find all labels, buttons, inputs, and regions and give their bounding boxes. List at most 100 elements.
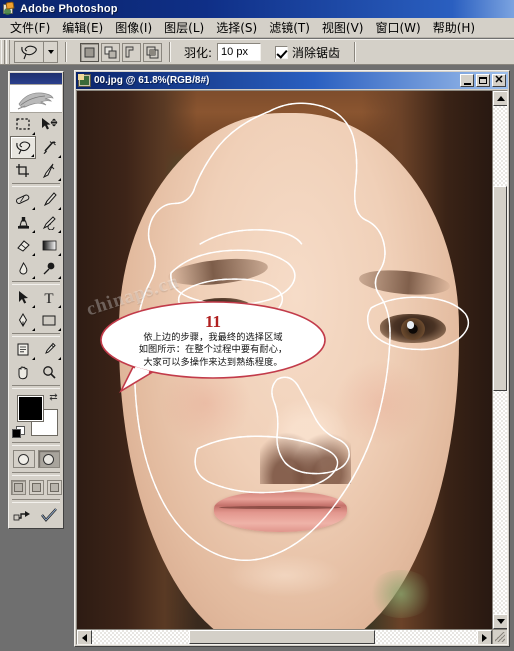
flyout-indicator	[58, 305, 61, 308]
menu-filter[interactable]: 滤镜(T)	[263, 17, 316, 38]
document-window: 00.jpg @ 61.8%(RGB/8#) ✕ chinaps.cn 11 依…	[74, 70, 510, 647]
gradient-tool[interactable]	[36, 234, 62, 257]
toolbox-palette: T ⇄	[8, 71, 64, 529]
current-tool-lasso-icon[interactable]	[14, 41, 44, 63]
document-title: 00.jpg @ 61.8%(RGB/8#)	[94, 75, 210, 86]
rectangle-tool[interactable]	[36, 309, 62, 332]
flyout-indicator	[32, 357, 35, 360]
flyout-indicator	[32, 253, 35, 256]
marquee-tool[interactable]	[10, 113, 36, 136]
eyedropper-tool[interactable]	[36, 338, 62, 361]
healing-brush-tool[interactable]	[10, 188, 36, 211]
intersect-with-selection-button[interactable]	[143, 42, 162, 62]
full-screen-mode-button[interactable]	[46, 480, 62, 495]
standard-mode-button[interactable]	[12, 450, 35, 468]
blur-tool[interactable]	[10, 257, 36, 280]
flyout-indicator	[58, 155, 61, 158]
options-separator-1	[65, 42, 67, 62]
history-brush-tool[interactable]	[36, 211, 62, 234]
quick-mask-mode-button[interactable]	[37, 450, 60, 468]
flyout-indicator	[58, 276, 61, 279]
horizontal-scroll-thumb[interactable]	[189, 630, 375, 644]
document-minimize-button[interactable]	[460, 74, 474, 87]
new-selection-button[interactable]	[80, 42, 99, 62]
brush-tool[interactable]	[36, 188, 62, 211]
antialias-checkbox[interactable]	[275, 45, 289, 59]
scroll-up-button[interactable]	[493, 91, 507, 106]
menu-image[interactable]: 图像(I)	[109, 17, 158, 38]
feather-label: 羽化:	[184, 45, 213, 60]
annotation-line-1: 依上边的步骤，我最终的选择区域	[143, 332, 283, 344]
crop-tool[interactable]	[10, 159, 36, 182]
magic-wand-tool[interactable]	[36, 136, 62, 159]
imageready-check-icon[interactable]	[39, 507, 59, 523]
flyout-indicator	[58, 328, 61, 331]
menu-window[interactable]: 窗口(W)	[369, 17, 426, 38]
menu-help[interactable]: 帮助(H)	[427, 17, 481, 38]
options-bar: 羽化: 10 px 消除锯齿	[0, 39, 514, 65]
toolbox-divider-7	[12, 499, 60, 503]
feather-input[interactable]: 10 px	[217, 43, 262, 61]
subtract-from-selection-button[interactable]	[122, 42, 141, 62]
type-tool[interactable]: T	[36, 286, 62, 309]
foreground-color-swatch[interactable]	[17, 395, 44, 422]
vertical-scroll-thumb[interactable]	[493, 186, 507, 391]
eraser-tool[interactable]	[10, 234, 36, 257]
move-tool[interactable]	[36, 113, 62, 136]
resize-grip[interactable]	[492, 629, 507, 644]
flyout-indicator	[58, 207, 61, 210]
scroll-down-button[interactable]	[493, 614, 507, 629]
flyout-indicator	[32, 276, 35, 279]
document-maximize-button[interactable]	[476, 74, 490, 87]
app-title-bar: Adobe Photoshop	[0, 0, 514, 18]
horizontal-scrollbar[interactable]	[77, 629, 492, 644]
image-canvas[interactable]: chinaps.cn 11 依上边的步骤，我最终的选择区域 如图所示：在整个过程…	[77, 91, 492, 629]
flyout-indicator	[32, 328, 35, 331]
options-separator-3	[354, 42, 357, 62]
flyout-indicator	[32, 230, 35, 233]
menu-edit[interactable]: 编辑(E)	[56, 17, 109, 38]
chevron-down-icon	[47, 50, 54, 54]
menu-view[interactable]: 视图(V)	[316, 17, 370, 38]
flyout-indicator	[32, 207, 35, 210]
full-screen-with-menubar-button[interactable]	[28, 480, 44, 495]
hand-tool[interactable]	[10, 361, 36, 384]
options-bar-grip[interactable]	[1, 40, 10, 64]
app-title: Adobe Photoshop	[20, 3, 118, 15]
flyout-indicator	[31, 154, 34, 157]
lasso-tool[interactable]	[10, 136, 36, 159]
zoom-tool[interactable]	[36, 361, 62, 384]
jump-to-group	[10, 504, 62, 527]
antialias-label: 消除锯齿	[292, 45, 341, 60]
document-window-controls: ✕	[460, 74, 508, 87]
document-body: chinaps.cn 11 依上边的步骤，我最终的选择区域 如图所示：在整个过程…	[76, 90, 508, 645]
toolbox-grid-utility	[10, 338, 62, 384]
add-to-selection-button[interactable]	[101, 42, 120, 62]
tool-preset-dropdown[interactable]	[44, 41, 58, 63]
document-title-bar[interactable]: 00.jpg @ 61.8%(RGB/8#) ✕	[76, 72, 508, 89]
menu-layer[interactable]: 图层(L)	[158, 17, 210, 38]
clone-stamp-tool[interactable]	[10, 211, 36, 234]
toolbox-titlebar[interactable]	[10, 73, 62, 85]
dodge-tool[interactable]	[36, 257, 62, 280]
menu-select[interactable]: 选择(S)	[210, 17, 263, 38]
slice-tool[interactable]	[36, 159, 62, 182]
antialias-control[interactable]: 消除锯齿	[275, 44, 340, 61]
annotation-line-2: 如图所示：在整个过程中要有耐心，	[138, 344, 288, 356]
photoshop-window: Adobe Photoshop 文件(F) 编辑(E) 图像(I) 图层(L) …	[0, 0, 514, 651]
vertical-scrollbar[interactable]	[492, 91, 507, 629]
pen-tool[interactable]	[10, 309, 36, 332]
default-colors-icon[interactable]	[12, 426, 25, 438]
notes-tool[interactable]	[10, 338, 36, 361]
document-close-button[interactable]: ✕	[492, 74, 506, 87]
menu-file[interactable]: 文件(F)	[4, 17, 56, 38]
toolbox-grid-selection	[10, 113, 62, 182]
standard-screen-mode-button[interactable]	[10, 480, 26, 495]
svg-text:T: T	[44, 291, 53, 305]
flyout-indicator	[32, 132, 35, 135]
path-selection-tool[interactable]	[10, 286, 36, 309]
scroll-left-button[interactable]	[77, 630, 92, 644]
jump-to-imageready-button[interactable]	[13, 507, 33, 523]
swap-colors-icon[interactable]: ⇄	[48, 392, 59, 403]
scroll-right-button[interactable]	[477, 630, 492, 644]
